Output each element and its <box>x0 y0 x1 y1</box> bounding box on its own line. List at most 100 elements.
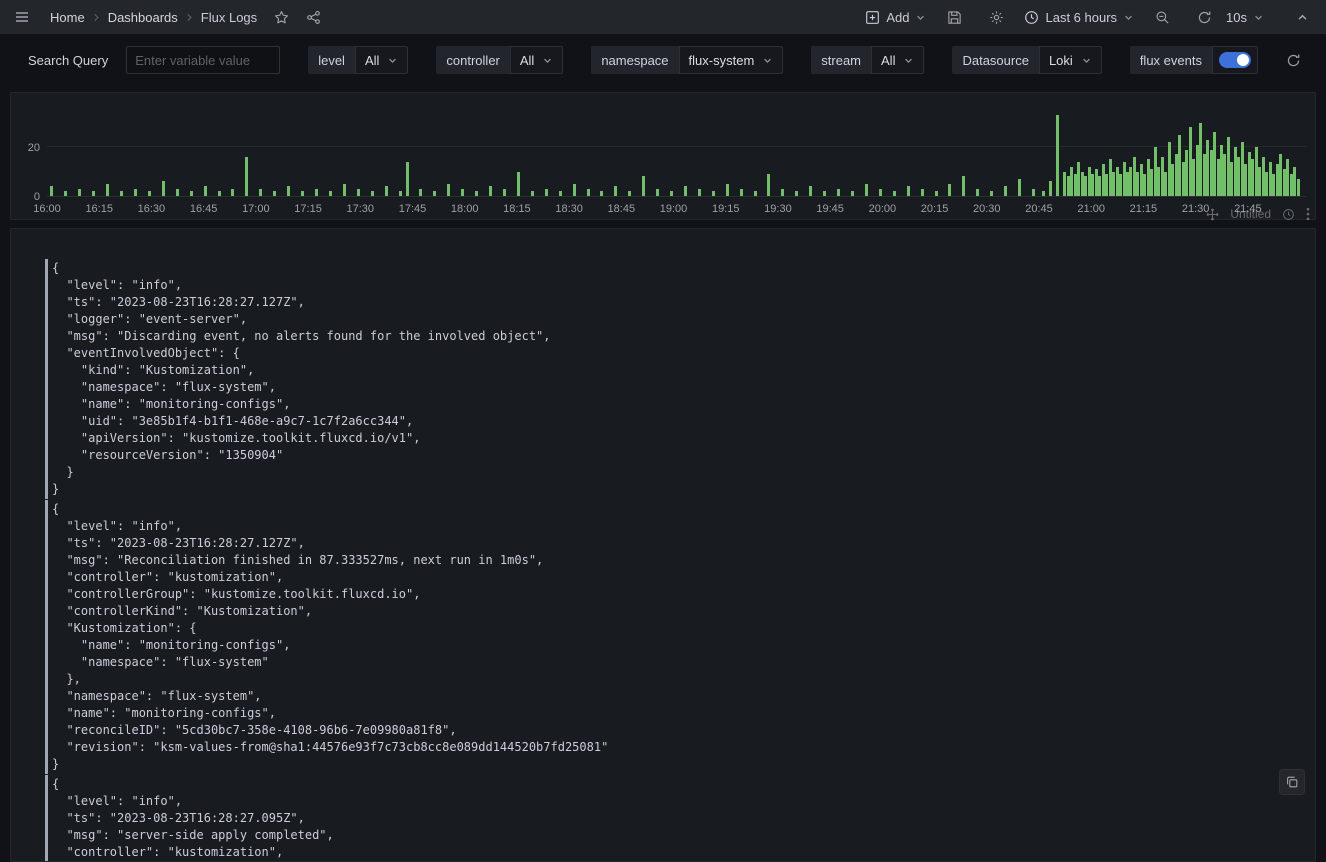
chart-bar <box>879 189 882 196</box>
chart-bar <box>419 189 422 196</box>
log-line: "ts": "2023-08-23T16:28:27.095Z", <box>52 810 1291 827</box>
log-line: "level": "info", <box>52 277 1291 294</box>
x-axis-tick-label: 17:30 <box>346 203 374 215</box>
chart-bar <box>106 184 109 196</box>
save-dashboard-button[interactable] <box>940 3 968 31</box>
chart-bar <box>475 191 478 196</box>
chart-bar <box>656 189 659 196</box>
panel-title: Untitled <box>1230 207 1271 221</box>
chart-bar <box>531 191 534 196</box>
chart-bar <box>461 189 464 196</box>
chart-bar <box>204 186 207 196</box>
log-line: "msg": "Reconciliation finished in 87.33… <box>52 552 1291 569</box>
x-axis-tick-label: 19:15 <box>712 203 740 215</box>
breadcrumb-dashboards[interactable]: Dashboards <box>108 10 178 25</box>
log-line: { <box>52 260 1291 277</box>
breadcrumb-current-dashboard[interactable]: Flux Logs <box>201 10 257 25</box>
favorite-dashboard-button[interactable] <box>267 3 295 31</box>
chevron-down-icon <box>1123 12 1134 23</box>
chart-bar <box>587 189 590 196</box>
x-axis-tick-label: 18:30 <box>555 203 583 215</box>
share-icon <box>306 10 321 25</box>
log-line: "logger": "event-server", <box>52 311 1291 328</box>
search-query-input[interactable] <box>126 46 280 74</box>
panel-menu-button[interactable] <box>1306 207 1310 221</box>
chart-bar <box>935 191 938 196</box>
copy-icon <box>1285 775 1299 789</box>
chart-bar <box>176 189 179 196</box>
refresh-icon <box>1197 10 1212 25</box>
chart-plot[interactable] <box>47 103 1307 197</box>
chart-bar <box>64 191 67 196</box>
add-panel-button[interactable]: Add <box>865 3 926 31</box>
datasource-label: Datasource <box>952 46 1038 74</box>
log-line: "controller": "kustomization", <box>52 569 1291 586</box>
log-line: } <box>52 756 1291 773</box>
log-row[interactable]: { "level": "info", "ts": "2023-08-23T16:… <box>45 775 1291 862</box>
refresh-variables-button[interactable] <box>1280 46 1308 74</box>
x-axis-tick-label: 19:30 <box>764 203 792 215</box>
chart-bar <box>385 186 388 196</box>
chart-bar <box>684 186 687 196</box>
chart-bar <box>287 186 290 196</box>
chart-bar <box>767 174 770 196</box>
breadcrumb: Home Dashboards Flux Logs <box>50 10 257 25</box>
chart-bar <box>162 181 165 196</box>
panel-time-info-icon[interactable] <box>1282 208 1295 221</box>
controller-dropdown[interactable]: All <box>510 46 563 74</box>
log-line: "controllerKind": "Kustomization", <box>52 603 1291 620</box>
x-axis-tick-label: 17:45 <box>399 203 427 215</box>
log-line: "ts": "2023-08-23T16:28:27.127Z", <box>52 294 1291 311</box>
chevron-down-icon <box>903 55 914 66</box>
drag-panel-icon[interactable] <box>1206 208 1219 221</box>
hamburger-icon <box>14 9 30 25</box>
copy-log-line-button[interactable] <box>1279 769 1305 795</box>
log-line: "name": "monitoring-configs", <box>52 705 1291 722</box>
chart-bar <box>406 162 409 196</box>
stream-dropdown[interactable]: All <box>871 46 924 74</box>
collapse-toolbar-button[interactable] <box>1288 3 1316 31</box>
refresh-interval-picker[interactable]: 10s <box>1226 3 1264 31</box>
zoom-out-time-button[interactable] <box>1148 3 1176 31</box>
share-dashboard-button[interactable] <box>299 3 327 31</box>
flux-events-toggle-container <box>1212 46 1258 74</box>
menu-toggle-button[interactable] <box>8 3 36 31</box>
chevron-up-icon <box>1296 11 1309 24</box>
chart-bar <box>78 189 81 196</box>
chart-bar <box>795 191 798 196</box>
breadcrumb-home[interactable]: Home <box>50 10 85 25</box>
chart-bar <box>600 191 603 196</box>
chart-bar <box>670 191 673 196</box>
chevron-right-icon <box>91 12 102 23</box>
time-range-label: Last 6 hours <box>1045 10 1117 25</box>
chart-bar <box>976 189 979 196</box>
log-row[interactable]: { "level": "info", "ts": "2023-08-23T16:… <box>45 259 1291 499</box>
refresh-dashboard-button[interactable] <box>1190 3 1218 31</box>
log-row[interactable]: { "level": "info", "ts": "2023-08-23T16:… <box>45 500 1291 774</box>
chart-bar <box>726 184 729 196</box>
chart-bar <box>503 189 506 196</box>
log-line: "name": "monitoring-configs", <box>52 396 1291 413</box>
log-line: { <box>52 776 1291 793</box>
dashboard-settings-button[interactable] <box>982 3 1010 31</box>
log-line: "msg": "Discarding event, no alerts foun… <box>52 328 1291 345</box>
flux-events-toggle[interactable] <box>1219 52 1251 68</box>
chart-bar <box>1056 115 1059 196</box>
dashboard-variables-row: Search Query level All controller All na… <box>0 34 1326 86</box>
clock-icon <box>1024 10 1039 25</box>
level-dropdown[interactable]: All <box>355 46 408 74</box>
chart-bar <box>301 191 304 196</box>
chart-bar <box>1042 191 1045 196</box>
chart-bar <box>231 189 234 196</box>
chart-bar <box>1049 181 1052 196</box>
chevron-down-icon <box>1253 12 1264 23</box>
datasource-dropdown[interactable]: Loki <box>1039 46 1102 74</box>
chart-bar <box>698 189 701 196</box>
namespace-dropdown[interactable]: flux-system <box>679 46 784 74</box>
log-line: "kind": "Kustomization", <box>52 362 1291 379</box>
chart-bar <box>399 191 402 196</box>
chart-bar <box>329 191 332 196</box>
level-variable: level All <box>308 46 408 74</box>
time-range-picker[interactable]: Last 6 hours <box>1024 3 1134 31</box>
search-query-variable: Search Query <box>28 46 280 74</box>
